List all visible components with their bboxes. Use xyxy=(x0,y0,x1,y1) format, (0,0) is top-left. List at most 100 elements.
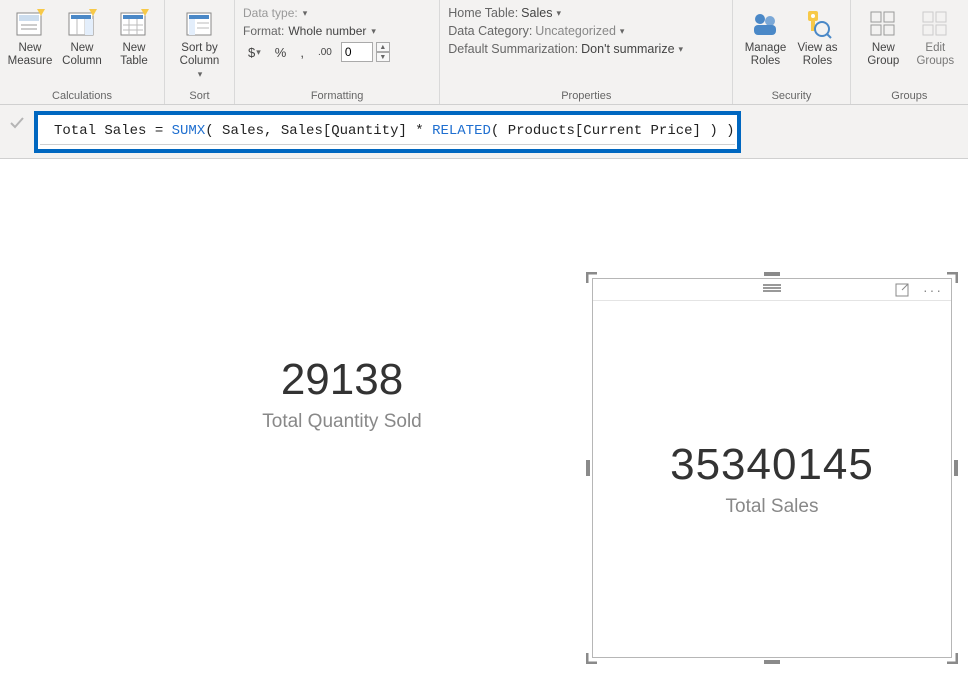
resize-handle-left[interactable] xyxy=(586,460,590,476)
data-type-label: Data type: xyxy=(243,6,298,20)
formula-text-mid2: ( Products[Current Price] ) ) xyxy=(491,123,735,139)
drag-handle-icon[interactable] xyxy=(763,283,781,293)
report-canvas[interactable]: 29138 Total Quantity Sold ··· 35340145 T… xyxy=(0,160,968,679)
group-sort-label: Sort xyxy=(169,90,230,104)
card-label: Total Quantity Sold xyxy=(142,411,542,433)
new-table-label: New Table xyxy=(110,42,158,68)
card-body: 35340145 Total Sales xyxy=(593,301,951,657)
decimal-places-icon-button[interactable]: .00 xyxy=(313,42,337,62)
formula-fn-sumx: SUMX xyxy=(172,123,206,139)
spinner-down-icon[interactable]: ▼ xyxy=(376,52,390,62)
new-measure-icon xyxy=(14,8,46,40)
group-groups: New Group Edit Groups Groups xyxy=(851,0,968,104)
view-as-roles-label: View as Roles xyxy=(793,42,841,68)
card-total-sales-selected[interactable]: ··· 35340145 Total Sales xyxy=(592,278,952,658)
formula-text-mid1: ( Sales, Sales[Quantity] * xyxy=(205,123,432,139)
format-value[interactable]: Whole number xyxy=(288,24,366,38)
group-security: Manage Roles View as Roles Security xyxy=(733,0,850,104)
resize-handle-bl[interactable] xyxy=(586,652,598,664)
format-buttons-row: $ ▾ % , .00 ▲ ▼ xyxy=(243,42,431,62)
decimal-places-input[interactable] xyxy=(341,42,373,62)
data-category-value: Uncategorized xyxy=(535,24,616,38)
edit-groups-icon xyxy=(919,8,951,40)
card-total-quantity-sold[interactable]: 29138 Total Quantity Sold xyxy=(142,355,542,433)
new-measure-button[interactable]: New Measure xyxy=(6,6,54,70)
summarization-label: Default Summarization: xyxy=(448,42,578,56)
ribbon: New Measure New Column New Table Calcula… xyxy=(0,0,968,105)
sort-by-column-label: Sort by Column xyxy=(171,42,228,68)
view-as-roles-button[interactable]: View as Roles xyxy=(793,6,841,70)
group-security-label: Security xyxy=(737,90,845,104)
resize-handle-top[interactable] xyxy=(764,272,780,276)
format-label: Format: xyxy=(243,24,284,38)
formula-fn-related: RELATED xyxy=(432,123,491,139)
spinner-up-icon[interactable]: ▲ xyxy=(376,42,390,52)
group-sort: Sort by Column ▾ Sort xyxy=(165,0,235,104)
visual-frame: ··· 35340145 Total Sales xyxy=(592,278,952,658)
formula-text-prefix: Total Sales = xyxy=(54,123,172,139)
currency-button[interactable]: $ ▾ xyxy=(243,42,266,62)
new-group-icon xyxy=(867,8,899,40)
card-value: 29138 xyxy=(142,355,542,405)
chevron-down-icon[interactable]: ▾ xyxy=(303,8,308,19)
card-label: Total Sales xyxy=(726,496,819,518)
new-group-label: New Group xyxy=(859,42,907,68)
new-measure-label: New Measure xyxy=(6,42,54,68)
new-table-button[interactable]: New Table xyxy=(110,6,158,70)
manage-roles-label: Manage Roles xyxy=(741,42,789,68)
commit-formula-button[interactable] xyxy=(0,108,34,138)
check-icon xyxy=(9,115,25,131)
sort-by-column-button[interactable]: Sort by Column ▾ xyxy=(171,6,228,83)
chevron-down-icon[interactable]: ▾ xyxy=(371,26,376,37)
thousands-button[interactable]: , xyxy=(295,42,309,62)
new-group-button[interactable]: New Group xyxy=(859,6,907,70)
percent-button[interactable]: % xyxy=(270,42,292,62)
new-table-icon xyxy=(118,8,150,40)
group-calculations-label: Calculations xyxy=(4,90,160,104)
currency-icon: $ xyxy=(248,45,255,60)
formula-bar-highlighted: Total Sales = SUMX( Sales, Sales[Quantit… xyxy=(34,111,741,153)
visual-header: ··· xyxy=(593,279,951,301)
formula-bar-input[interactable]: Total Sales = SUMX( Sales, Sales[Quantit… xyxy=(40,119,735,145)
group-formatting: Data type: ▾ Format: Whole number ▾ $ ▾ … xyxy=(235,0,440,104)
thousands-icon: , xyxy=(300,45,304,60)
group-groups-label: Groups xyxy=(855,90,964,104)
data-category-label: Data Category: xyxy=(448,24,532,38)
manage-roles-button[interactable]: Manage Roles xyxy=(741,6,789,70)
home-table-label: Home Table: xyxy=(448,6,518,20)
home-table-value: Sales xyxy=(521,6,552,20)
resize-handle-tl[interactable] xyxy=(586,272,598,284)
summarization-value: Don't summarize xyxy=(581,42,674,56)
manage-roles-icon xyxy=(749,8,781,40)
new-column-button[interactable]: New Column xyxy=(58,6,106,70)
new-column-label: New Column xyxy=(58,42,106,68)
chevron-down-icon: ▾ xyxy=(679,44,684,55)
group-properties-label: Properties xyxy=(444,90,728,104)
edit-groups-button[interactable]: Edit Groups xyxy=(911,6,959,70)
summarization-dropdown[interactable]: Default Summarization: Don't summarize ▾ xyxy=(448,42,724,56)
home-table-dropdown[interactable]: Home Table: Sales ▾ xyxy=(448,6,724,20)
chevron-down-icon: ▾ xyxy=(556,8,561,19)
format-row: Format: Whole number ▾ xyxy=(243,24,431,38)
resize-handle-right[interactable] xyxy=(954,460,958,476)
group-properties: Home Table: Sales ▾ Data Category: Uncat… xyxy=(440,0,733,104)
resize-handle-bottom[interactable] xyxy=(764,660,780,664)
data-type-row: Data type: ▾ xyxy=(243,6,431,20)
group-calculations: New Measure New Column New Table Calcula… xyxy=(0,0,165,104)
edit-groups-label: Edit Groups xyxy=(911,42,959,68)
chevron-down-icon: ▾ xyxy=(620,26,625,37)
resize-handle-br[interactable] xyxy=(946,652,958,664)
group-formatting-label: Formatting xyxy=(239,90,435,104)
resize-handle-tr[interactable] xyxy=(946,272,958,284)
decimal-places-icon: .00 xyxy=(318,47,332,58)
chevron-down-icon: ▾ xyxy=(256,47,261,58)
focus-mode-icon[interactable] xyxy=(895,283,909,297)
decimal-spinner[interactable]: ▲ ▼ xyxy=(376,42,390,62)
view-as-roles-icon xyxy=(801,8,833,40)
sort-by-column-icon xyxy=(184,8,216,40)
card-value: 35340145 xyxy=(670,440,874,490)
more-options-icon[interactable]: ··· xyxy=(923,282,943,298)
formula-bar-row: Total Sales = SUMX( Sales, Sales[Quantit… xyxy=(0,105,968,159)
chevron-down-icon: ▾ xyxy=(198,68,203,81)
data-category-dropdown[interactable]: Data Category: Uncategorized ▾ xyxy=(448,24,724,38)
